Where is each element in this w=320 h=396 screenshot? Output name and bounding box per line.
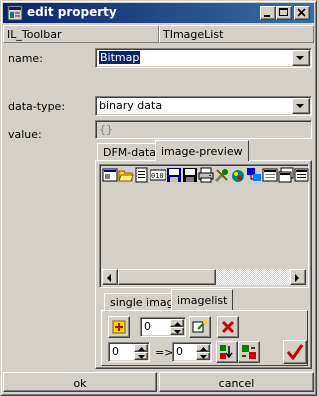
move-to-value: 0 — [176, 345, 183, 358]
list-icon — [294, 167, 310, 183]
image-preview-area[interactable]: 010 — [99, 164, 309, 288]
arrow-left-icon — [107, 274, 111, 282]
name-dropdown-button[interactable] — [292, 50, 310, 66]
image-3-icon — [134, 167, 150, 183]
cancel-button-label: cancel — [218, 377, 255, 390]
preview-scrollbar[interactable] — [102, 269, 306, 285]
window-list-icon — [278, 167, 294, 183]
floppy-save-icon — [182, 167, 198, 183]
replace-image-icon — [192, 320, 207, 333]
maximize-icon — [279, 8, 288, 16]
tab-imagelist[interactable]: imagelist — [171, 289, 234, 310]
svg-text:010: 010 — [151, 172, 164, 180]
plus-icon — [112, 320, 126, 334]
spin-down-icon — [174, 330, 181, 334]
chevron-down-icon — [296, 104, 304, 108]
close-button[interactable] — [294, 6, 310, 20]
scroll-thumb[interactable] — [118, 269, 216, 285]
value-label: value: — [8, 128, 42, 141]
from-spin-down[interactable] — [134, 352, 148, 360]
image-index-value: 0 — [144, 320, 151, 333]
move-to-spinner[interactable]: 0 — [172, 342, 212, 362]
to-spin-down[interactable] — [196, 352, 210, 360]
datatype-label: data-type: — [8, 100, 66, 113]
datatype-value: binary data — [99, 99, 163, 112]
checkmark-icon — [286, 344, 304, 361]
component-name-cell: IL_Toolbar — [3, 25, 159, 43]
window-title: edit property — [27, 5, 117, 19]
from-spin-up[interactable] — [134, 344, 148, 352]
delete-icon — [221, 320, 235, 334]
tab-single-image-label: single image — [110, 296, 181, 309]
title-bar[interactable]: edit property — [3, 3, 314, 23]
component-type-cell: TImageList — [159, 25, 314, 43]
minimize-button[interactable] — [260, 6, 276, 20]
value-field[interactable]: {} — [95, 120, 312, 139]
name-combobox[interactable]: Bitmap — [95, 48, 312, 68]
value-text: {} — [99, 123, 113, 136]
datatype-combobox[interactable]: binary data — [95, 96, 312, 116]
tab-image-preview-label: image-preview — [161, 145, 243, 158]
image-1-icon — [102, 167, 118, 183]
move-image-button[interactable] — [216, 341, 238, 363]
paint-icon — [230, 167, 246, 183]
swap-images-icon — [242, 345, 256, 359]
to-spin-up[interactable] — [196, 344, 210, 352]
component-type: TImageList — [163, 28, 224, 41]
ok-button-label: ok — [73, 377, 87, 390]
chevron-down-icon — [296, 56, 304, 60]
app-icon — [7, 5, 23, 21]
minimize-icon — [264, 15, 270, 17]
network-icon — [246, 167, 262, 183]
image-index-spinner[interactable]: 0 — [140, 317, 186, 337]
move-from-spinner[interactable]: 0 — [108, 342, 150, 362]
ok-button[interactable]: ok — [3, 372, 157, 392]
datatype-dropdown-button[interactable] — [292, 98, 310, 114]
print-icon — [198, 167, 214, 183]
scroll-right-button[interactable] — [290, 269, 306, 285]
scroll-left-button[interactable] — [102, 269, 118, 285]
component-name: IL_Toolbar — [7, 28, 62, 41]
maximize-button[interactable] — [276, 6, 292, 20]
swap-images-button[interactable] — [238, 341, 260, 363]
spin-up-icon — [174, 322, 181, 326]
tools-icon — [214, 167, 230, 183]
index-spin-up[interactable] — [170, 319, 184, 327]
arrow-right-icon — [295, 274, 299, 282]
spin-down-icon — [200, 355, 207, 359]
replace-image-button[interactable] — [189, 316, 211, 338]
move-from-value: 0 — [112, 345, 119, 358]
floppy-icon — [166, 167, 182, 183]
move-image-icon — [220, 345, 233, 359]
spin-up-icon — [138, 347, 145, 351]
cancel-button[interactable]: cancel — [159, 372, 314, 392]
tab-image-preview[interactable]: image-preview — [155, 140, 249, 161]
move-arrow-label: => — [155, 346, 174, 359]
add-image-button[interactable] — [108, 316, 130, 338]
tab-dfm-data[interactable]: DFM-data — [97, 143, 163, 161]
close-icon — [297, 8, 306, 17]
image-2-icon — [118, 167, 134, 183]
window-icon — [262, 167, 278, 183]
tab-dfm-data-label: DFM-data — [103, 146, 157, 159]
spin-up-icon — [200, 347, 207, 351]
image-4-icon: 010 — [149, 167, 167, 183]
image-strip: 010 — [102, 167, 309, 185]
apply-button[interactable] — [283, 340, 307, 364]
tab-imagelist-label: imagelist — [177, 294, 228, 307]
name-label: name: — [8, 52, 43, 65]
spin-down-icon — [138, 355, 145, 359]
index-spin-down[interactable] — [170, 327, 184, 335]
delete-image-button[interactable] — [217, 316, 239, 338]
name-value: Bitmap — [99, 51, 141, 64]
